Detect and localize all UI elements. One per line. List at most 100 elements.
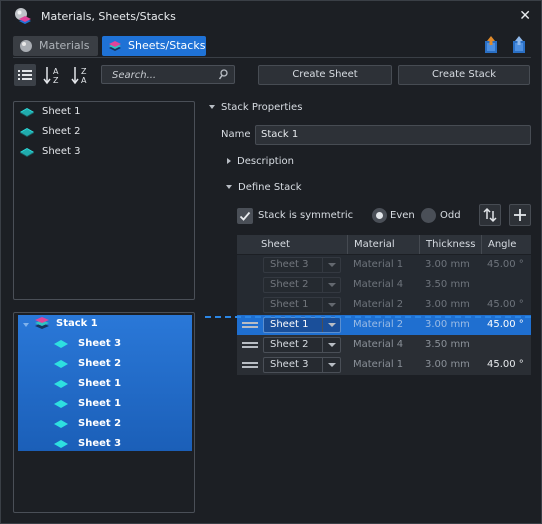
cell-angle: 45.00 ° (487, 319, 524, 330)
close-icon[interactable]: ✕ (519, 8, 531, 24)
list-item-label: Sheet 3 (42, 146, 81, 157)
drag-handle-icon[interactable] (242, 362, 258, 368)
chevron-down-icon[interactable] (322, 258, 340, 272)
table-row[interactable]: Sheet 1 Material 2 3.00 mm 45.00 ° (237, 315, 531, 335)
checkmark-icon (239, 211, 251, 221)
tree-item-sheet[interactable]: Sheet 2 (54, 355, 121, 373)
tree-item-label: Sheet 3 (78, 338, 122, 349)
export-icon[interactable] (511, 36, 527, 54)
tree-item-sheet[interactable]: Sheet 2 (54, 415, 121, 433)
symmetric-checkbox[interactable] (237, 208, 253, 224)
stack-icon (35, 317, 49, 329)
sheet-icon (54, 380, 68, 388)
sheet-select[interactable]: Sheet 2 (263, 337, 341, 353)
sheet-icon (20, 148, 34, 157)
add-sheet-button[interactable] (509, 204, 531, 226)
chevron-down-icon[interactable] (322, 318, 340, 332)
odd-radio[interactable] (421, 208, 436, 223)
tab-materials[interactable]: Materials (13, 36, 98, 56)
list-view-button[interactable] (14, 64, 36, 86)
expand-icon (209, 105, 215, 109)
expand-icon (227, 158, 231, 164)
table-row[interactable]: Sheet 2 Material 4 3.50 mm (237, 335, 531, 355)
tree-item-stack[interactable]: Stack 1 (34, 315, 98, 333)
even-radio[interactable] (372, 208, 387, 223)
sheet-select[interactable]: Sheet 1 (263, 297, 341, 313)
search-box (101, 65, 235, 84)
define-stack-header[interactable]: Define Stack (226, 182, 302, 193)
section-title: Description (237, 156, 294, 167)
description-header[interactable]: Description (227, 156, 294, 167)
drop-indicator (205, 316, 531, 318)
table-row[interactable]: Sheet 2 Material 4 3.50 mm (237, 275, 531, 295)
sheet-select[interactable]: Sheet 3 (263, 357, 341, 373)
drag-handle-icon[interactable] (242, 322, 258, 328)
odd-label: Odd (440, 210, 461, 221)
column-header-angle[interactable]: Angle (481, 235, 531, 254)
create-stack-button[interactable]: Create Stack (398, 65, 530, 85)
tree-item-label: Sheet 2 (78, 358, 122, 369)
drag-handle-icon[interactable] (242, 342, 258, 348)
sheet-select-value: Sheet 2 (270, 339, 309, 350)
sheets-list-panel: Sheet 1 Sheet 2 Sheet 3 (13, 101, 195, 300)
tab-divider (13, 57, 531, 58)
title-bar: Materials, Sheets/Stacks ✕ (1, 1, 541, 33)
chevron-down-icon[interactable] (322, 338, 340, 352)
list-item-sheet[interactable]: Sheet 2 (20, 123, 80, 141)
tree-item-sheet[interactable]: Sheet 3 (54, 335, 121, 353)
chevron-down-icon[interactable] (322, 298, 340, 312)
cell-angle: 45.00 ° (487, 259, 524, 270)
stack-icon (109, 41, 121, 51)
sheet-select-value: Sheet 1 (270, 319, 309, 330)
cell-angle: 45.00 ° (487, 359, 524, 370)
flip-order-button[interactable] (479, 204, 501, 226)
tab-sheets-stacks[interactable]: Sheets/Stacks (102, 36, 206, 56)
list-item-label: Sheet 1 (42, 106, 81, 117)
tree-item-sheet[interactable]: Sheet 1 (54, 395, 121, 413)
tab-materials-label: Materials (39, 39, 90, 52)
table-row[interactable]: Sheet 3 Material 1 3.00 mm 45.00 ° (237, 255, 531, 275)
import-icon[interactable] (483, 36, 499, 54)
cell-thickness: 3.00 mm (425, 299, 470, 310)
tree-item-label: Stack 1 (56, 318, 98, 329)
sheet-select-value: Sheet 3 (270, 259, 309, 270)
column-header-material[interactable]: Material (347, 235, 419, 254)
sort-ascending-button[interactable]: A Z (42, 64, 64, 86)
sort-descending-button[interactable]: Z A (70, 64, 92, 86)
sheet-select[interactable]: Sheet 1 (263, 317, 341, 333)
table-row[interactable]: Sheet 3 Material 1 3.00 mm 45.00 ° (237, 355, 531, 375)
search-icon[interactable] (218, 69, 228, 81)
sort-az-icon: A Z (43, 67, 59, 85)
create-sheet-button[interactable]: Create Sheet (258, 65, 392, 85)
sort-za-icon: Z A (71, 67, 87, 85)
table-row[interactable]: Sheet 1 Material 2 3.00 mm 45.00 ° (237, 295, 531, 315)
cell-thickness: 3.00 mm (425, 259, 470, 270)
chevron-down-icon[interactable] (322, 358, 340, 372)
column-header-sheet[interactable]: Sheet (237, 235, 347, 254)
cell-material: Material 4 (353, 339, 404, 350)
sheet-select[interactable]: Sheet 3 (263, 257, 341, 273)
symmetric-label: Stack is symmetric (258, 210, 354, 221)
tree-item-sheet[interactable]: Sheet 3 (54, 435, 121, 453)
list-item-sheet[interactable]: Sheet 3 (20, 143, 80, 161)
svg-text:Z: Z (81, 67, 87, 76)
name-field[interactable]: Stack 1 (255, 125, 531, 145)
sheet-icon (54, 420, 68, 428)
sheet-select[interactable]: Sheet 2 (263, 277, 341, 293)
cell-material: Material 4 (353, 279, 404, 290)
tree-item-sheet[interactable]: Sheet 1 (54, 375, 121, 393)
column-header-thickness[interactable]: Thickness (419, 235, 481, 254)
tree-item-label: Sheet 2 (78, 418, 122, 429)
svg-text:A: A (81, 76, 87, 85)
sheet-icon (54, 340, 68, 348)
search-input[interactable] (112, 68, 212, 82)
cell-material: Material 2 (353, 299, 404, 310)
list-item-label: Sheet 2 (42, 126, 81, 137)
stack-properties-header[interactable]: Stack Properties (209, 102, 302, 113)
swap-arrows-icon (483, 207, 497, 223)
sheet-select-value: Sheet 3 (270, 359, 309, 370)
collapse-icon[interactable] (23, 323, 29, 327)
chevron-down-icon[interactable] (322, 278, 340, 292)
list-item-sheet[interactable]: Sheet 1 (20, 103, 80, 121)
stack-tree-selection[interactable]: Stack 1 Sheet 3 Sheet 2 Sheet 1 Sheet 1 … (18, 315, 192, 451)
